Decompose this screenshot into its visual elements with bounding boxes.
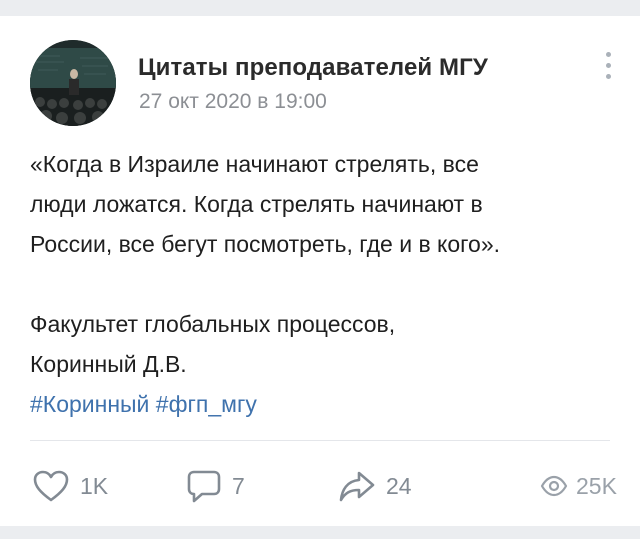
more-dot [606, 52, 611, 57]
quote-line: люди ложатся. Когда стрелять начинают в [30, 191, 483, 217]
divider [30, 440, 610, 441]
post-actions: 1K 7 24 25K [0, 464, 640, 508]
hashtag-link[interactable]: #фгп_мгу [156, 391, 257, 417]
community-avatar[interactable] [30, 40, 116, 126]
lecture-hall-image [30, 40, 116, 126]
eye-icon [540, 475, 568, 497]
share-button[interactable]: 24 [338, 464, 412, 508]
comment-bubble-icon [187, 470, 221, 503]
share-arrow-icon [339, 471, 375, 502]
attribution-line: Коринный Д.В. [30, 351, 187, 377]
comment-count: 7 [232, 472, 245, 499]
views-counter: 25K [540, 464, 617, 508]
attribution-line: Факультет глобальных процессов, [30, 311, 396, 337]
hashtag-link[interactable]: #Коринный [30, 391, 149, 417]
quote-line: России, все бегут посмотреть, где и в ко… [30, 231, 501, 257]
share-count: 24 [386, 472, 412, 499]
heart-icon [33, 470, 69, 502]
more-dot [606, 63, 611, 68]
post-date[interactable]: 27 окт 2020 в 19:00 [139, 90, 327, 114]
like-count: 1K [80, 472, 109, 499]
like-button[interactable]: 1K [32, 464, 108, 508]
comment-button[interactable]: 7 [186, 464, 245, 508]
quote-line: «Когда в Израиле начинают стрелять, все [30, 151, 479, 177]
community-name[interactable]: Цитаты преподавателей МГУ [138, 54, 488, 82]
post-text: «Когда в Израиле начинают стрелять, все … [30, 144, 620, 424]
views-count: 25K [576, 472, 617, 499]
more-options-button[interactable] [596, 46, 620, 86]
post-card: Цитаты преподавателей МГУ 27 окт 2020 в … [0, 16, 640, 526]
hashtags: #Коринный #фгп_мгу [30, 384, 620, 424]
more-dot [606, 74, 611, 79]
